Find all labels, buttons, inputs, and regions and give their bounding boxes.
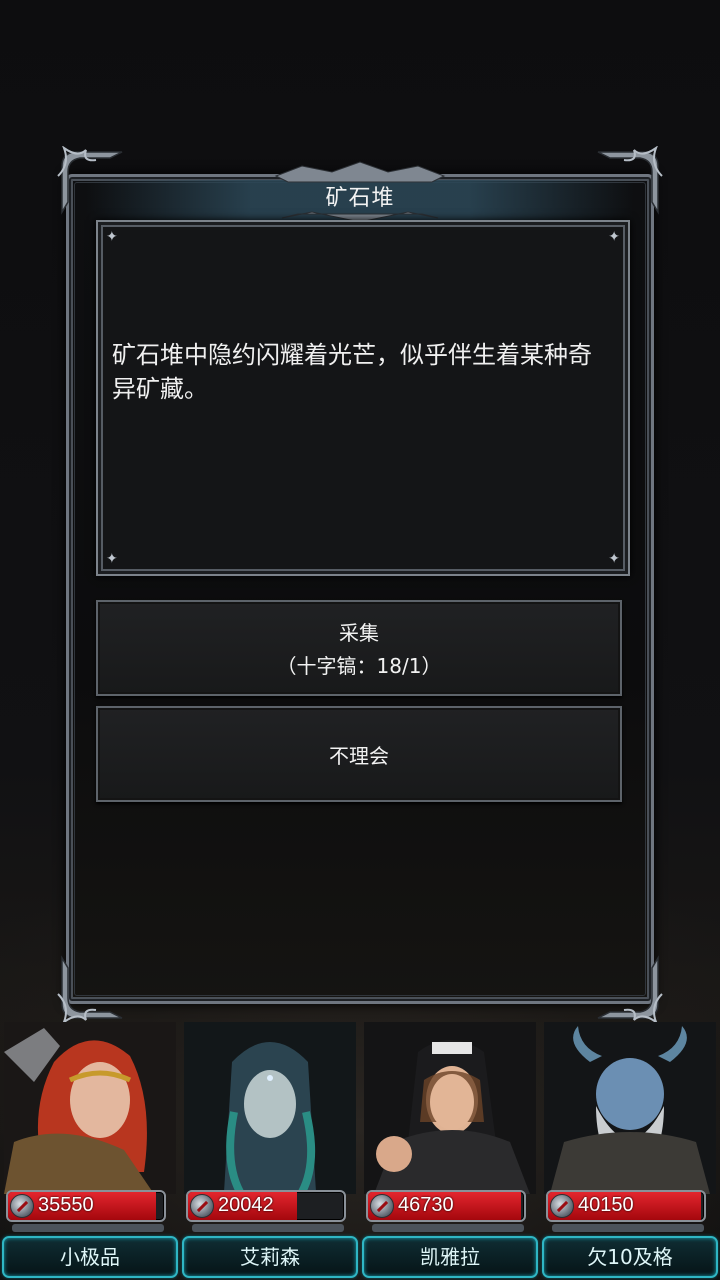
secondary-bar (192, 1224, 344, 1232)
horned-dwarf-portrait (544, 1022, 716, 1194)
secondary-bar (552, 1224, 704, 1232)
sparkle-icon: ✦ (106, 229, 118, 245)
title-plate: 矿石堆 (272, 160, 448, 226)
party-member-2[interactable]: 20042 艾莉森 (180, 1022, 360, 1280)
sword-icon (10, 1194, 34, 1218)
sword-icon (370, 1194, 394, 1218)
red-haired-warrior-portrait (4, 1022, 176, 1194)
option-gather-label: 采集 (339, 621, 379, 645)
ornament-corner-icon (56, 954, 126, 1025)
option-gather-requirement: （十字镐：18/1） (276, 654, 442, 678)
option-ignore-label: 不理会 (329, 743, 389, 768)
hp-bar: 20042 (186, 1190, 346, 1222)
sparkle-icon: ✦ (106, 551, 118, 567)
event-text-panel: ✦ ✦ ✦ ✦ 矿石堆中隐约闪耀着光芒，似乎伴生着某种奇异矿藏。 (96, 220, 630, 576)
option-ignore-button[interactable]: 不理会 (96, 706, 622, 802)
hero-name-button[interactable]: 欠10及格 (542, 1236, 718, 1278)
ornament-corner-icon (594, 145, 664, 216)
hero-name-button[interactable]: 艾莉森 (182, 1236, 358, 1278)
hp-bar: 46730 (366, 1190, 526, 1222)
event-dialog: 矿石堆 ✦ ✦ ✦ ✦ 矿石堆中隐约闪耀着光芒，似乎伴生着某种奇异矿藏。 采集 … (57, 145, 663, 1025)
hp-value: 20042 (218, 1194, 274, 1216)
sword-icon (550, 1194, 574, 1218)
hp-value: 40150 (578, 1194, 634, 1216)
sparkle-icon: ✦ (608, 551, 620, 567)
hero-name-button[interactable]: 小极品 (2, 1236, 178, 1278)
ornament-corner-icon (56, 145, 126, 216)
party-member-4[interactable]: 40150 欠10及格 (540, 1022, 720, 1280)
sparkle-icon: ✦ (608, 229, 620, 245)
hooded-sorceress-portrait (184, 1022, 356, 1194)
option-gather-button[interactable]: 采集 （十字镐：18/1） (96, 600, 622, 696)
hp-bar: 40150 (546, 1190, 706, 1222)
hp-value: 46730 (398, 1194, 454, 1216)
nun-fighter-portrait (364, 1022, 536, 1194)
party-bar: 35550 小极品 20042 艾莉森 46730 凯雅拉 40150 欠10及… (0, 1022, 720, 1280)
secondary-bar (372, 1224, 524, 1232)
ornament-corner-icon (594, 954, 664, 1025)
secondary-bar (12, 1224, 164, 1232)
dialog-title: 矿石堆 (325, 186, 395, 211)
party-member-1[interactable]: 35550 小极品 (0, 1022, 180, 1280)
sword-icon (190, 1194, 214, 1218)
event-description: 矿石堆中隐约闪耀着光芒，似乎伴生着某种奇异矿藏。 (112, 341, 592, 403)
party-member-3[interactable]: 46730 凯雅拉 (360, 1022, 540, 1280)
hp-value: 35550 (38, 1194, 94, 1216)
hp-bar: 35550 (6, 1190, 166, 1222)
hero-name-button[interactable]: 凯雅拉 (362, 1236, 538, 1278)
